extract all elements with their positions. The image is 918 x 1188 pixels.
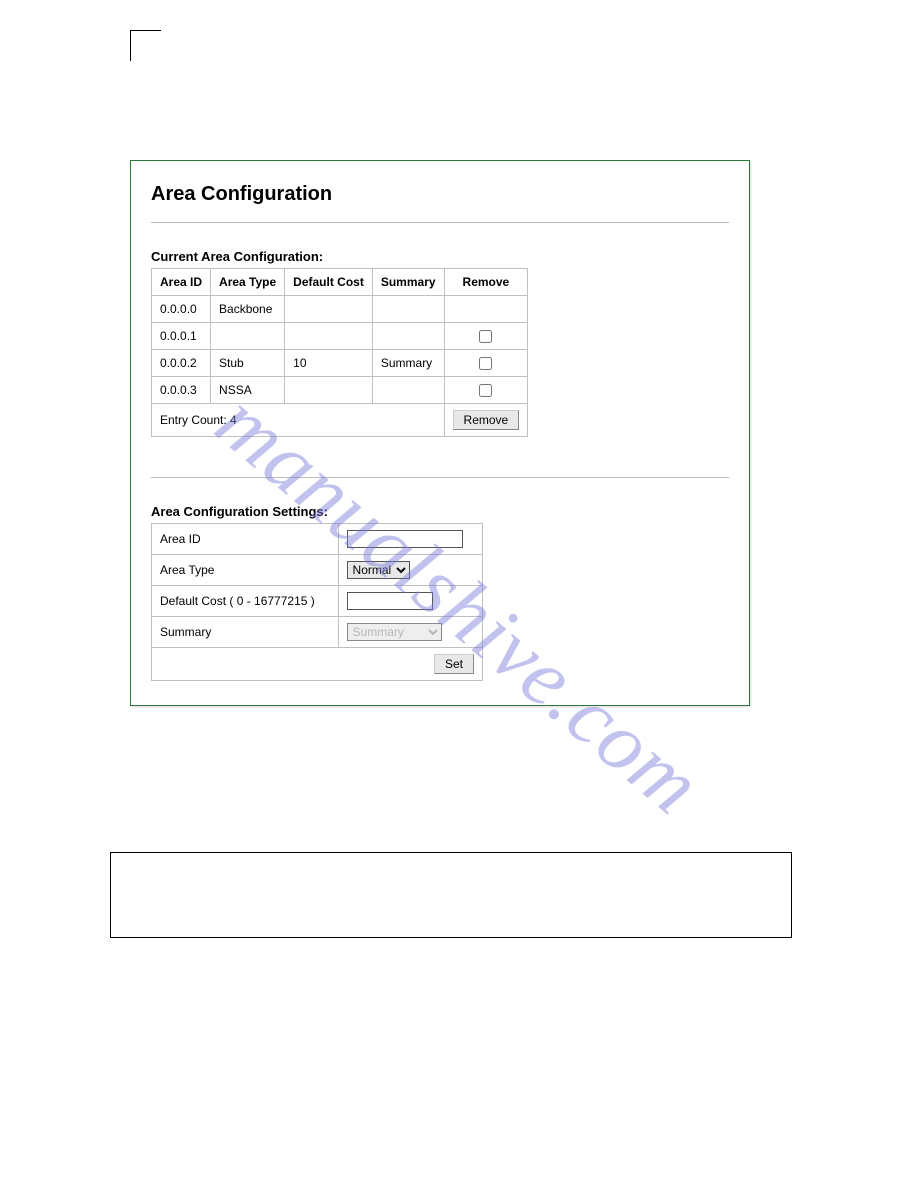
area-type-select[interactable]: Normal — [347, 561, 410, 579]
table-row: 0.0.0.3 NSSA — [152, 377, 528, 404]
remove-checkbox[interactable] — [479, 357, 492, 370]
default-cost-label: Default Cost ( 0 - 16777215 ) — [152, 586, 339, 617]
area-type-cell: Normal — [338, 555, 482, 586]
cell-summary — [372, 296, 444, 323]
default-cost-input[interactable] — [347, 592, 433, 610]
summary-cell: Summary — [338, 617, 482, 648]
cell-remove — [444, 323, 528, 350]
remove-checkbox[interactable] — [479, 330, 492, 343]
remove-checkbox[interactable] — [479, 384, 492, 397]
settings-row: Area Type Normal — [152, 555, 483, 586]
table-footer-row: Entry Count: 4 Remove — [152, 404, 528, 437]
settings-table: Area ID Area Type Normal Default Cost ( … — [151, 523, 483, 681]
empty-box — [110, 852, 792, 938]
cell-remove — [444, 296, 528, 323]
cell-default-cost — [285, 377, 373, 404]
cell-area-type: NSSA — [211, 377, 285, 404]
cell-default-cost — [285, 323, 373, 350]
cell-area-id: 0.0.0.1 — [152, 323, 211, 350]
set-button[interactable]: Set — [434, 654, 474, 674]
summary-select: Summary — [347, 623, 442, 641]
cell-area-id: 0.0.0.0 — [152, 296, 211, 323]
divider — [151, 222, 729, 223]
current-config-heading: Current Area Configuration: — [151, 249, 729, 264]
table-row: 0.0.0.2 Stub 10 Summary — [152, 350, 528, 377]
summary-label: Summary — [152, 617, 339, 648]
divider — [151, 477, 729, 478]
current-config-table: Area ID Area Type Default Cost Summary R… — [151, 268, 528, 437]
cell-summary: Summary — [372, 350, 444, 377]
cell-remove — [444, 350, 528, 377]
cell-remove — [444, 377, 528, 404]
cell-default-cost: 10 — [285, 350, 373, 377]
remove-button-cell: Remove — [444, 404, 528, 437]
cell-summary — [372, 323, 444, 350]
set-button-cell: Set — [152, 648, 483, 681]
area-type-label: Area Type — [152, 555, 339, 586]
col-summary: Summary — [372, 269, 444, 296]
area-id-input[interactable] — [347, 530, 463, 548]
col-default-cost: Default Cost — [285, 269, 373, 296]
cell-area-type: Backbone — [211, 296, 285, 323]
corner-mark — [130, 30, 161, 61]
col-remove: Remove — [444, 269, 528, 296]
settings-row: Summary Summary — [152, 617, 483, 648]
area-id-label: Area ID — [152, 524, 339, 555]
settings-row: Default Cost ( 0 - 16777215 ) — [152, 586, 483, 617]
settings-footer-row: Set — [152, 648, 483, 681]
table-row: 0.0.0.1 — [152, 323, 528, 350]
page-title: Area Configuration — [151, 183, 729, 206]
cell-default-cost — [285, 296, 373, 323]
entry-count: Entry Count: 4 — [152, 404, 445, 437]
settings-row: Area ID — [152, 524, 483, 555]
cell-area-type — [211, 323, 285, 350]
cell-area-type: Stub — [211, 350, 285, 377]
settings-heading: Area Configuration Settings: — [151, 504, 729, 519]
config-panel: Area Configuration Current Area Configur… — [130, 160, 750, 706]
col-area-type: Area Type — [211, 269, 285, 296]
cell-area-id: 0.0.0.2 — [152, 350, 211, 377]
cell-summary — [372, 377, 444, 404]
area-id-cell — [338, 524, 482, 555]
cell-area-id: 0.0.0.3 — [152, 377, 211, 404]
col-area-id: Area ID — [152, 269, 211, 296]
table-row: 0.0.0.0 Backbone — [152, 296, 528, 323]
table-header-row: Area ID Area Type Default Cost Summary R… — [152, 269, 528, 296]
remove-button[interactable]: Remove — [453, 410, 520, 430]
default-cost-cell — [338, 586, 482, 617]
